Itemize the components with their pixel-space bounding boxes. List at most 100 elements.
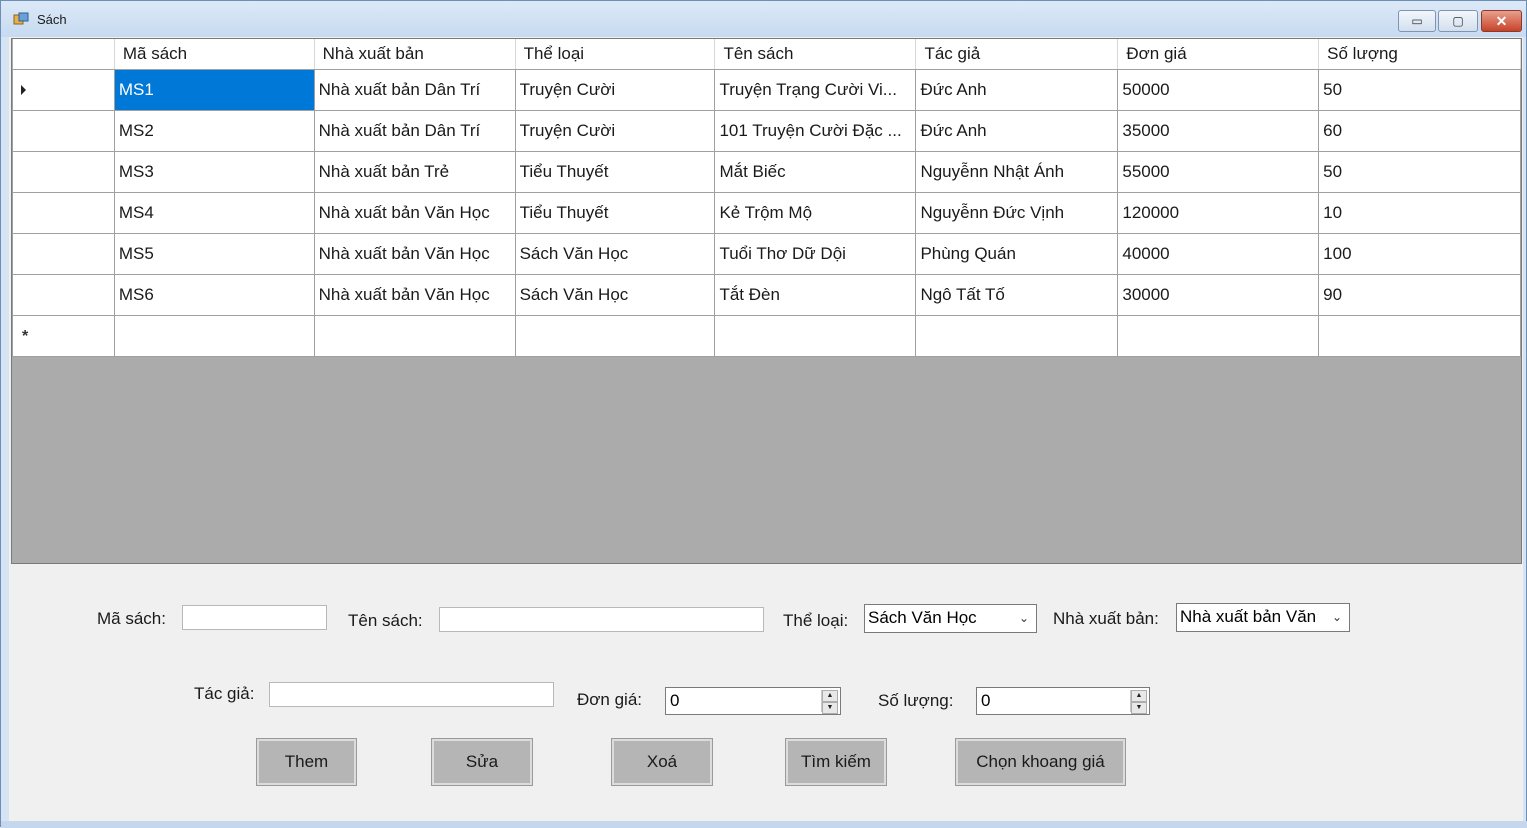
table-row[interactable]: MS4 Nhà xuất bản Văn Học Tiểu Thuyết Kẻ … <box>12 191 1521 234</box>
row-header-corner[interactable] <box>12 39 115 70</box>
table-cell[interactable]: 50000 <box>1117 68 1320 111</box>
table-cell[interactable]: MS3 <box>113 150 315 193</box>
column-header[interactable]: Tên sách <box>714 39 917 70</box>
column-header[interactable]: Đơn giá <box>1117 39 1320 70</box>
table-cell[interactable]: Đức Anh <box>915 68 1119 111</box>
table-cell[interactable] <box>313 314 516 357</box>
row-header-current[interactable] <box>12 68 115 111</box>
row-header[interactable] <box>12 273 115 316</box>
table-cell[interactable]: MS1 <box>113 68 315 111</box>
column-header[interactable]: Mã sách <box>114 39 315 70</box>
table-cell[interactable]: 100 <box>1318 232 1521 275</box>
table-cell[interactable]: Nhà xuất bản Văn Học <box>313 273 516 316</box>
table-cell[interactable]: Kẻ Trộm Mộ <box>714 191 917 234</box>
don-gia-numeric[interactable]: 0 ▲ ▼ <box>665 687 841 715</box>
row-header[interactable] <box>12 150 115 193</box>
them-button[interactable]: Them <box>257 739 356 785</box>
table-cell[interactable] <box>1318 314 1521 357</box>
row-header[interactable] <box>12 109 115 152</box>
table-cell[interactable]: Ngô Tất Tố <box>915 273 1119 316</box>
don-gia-value: 0 <box>670 691 680 710</box>
table-cell[interactable]: 30000 <box>1117 273 1320 316</box>
column-header[interactable]: Tác giả <box>915 39 1119 70</box>
table-cell[interactable]: Nhà xuất bản Trẻ <box>313 150 516 193</box>
minimize-button[interactable]: ▭ <box>1398 10 1436 32</box>
table-cell[interactable]: Tiểu Thuyết <box>514 191 716 234</box>
table-cell[interactable]: Nguyễnn Đức Vịnh <box>915 191 1119 234</box>
table-row[interactable]: MS3 Nhà xuất bản Trẻ Tiểu Thuyết Mắt Biế… <box>12 150 1521 193</box>
table-cell[interactable]: Sách Văn Học <box>514 273 716 316</box>
table-cell[interactable]: MS6 <box>113 273 315 316</box>
table-cell[interactable]: MS4 <box>113 191 315 234</box>
the-loai-combobox[interactable]: Sách Văn Học ⌄ <box>864 604 1037 633</box>
row-header[interactable] <box>12 232 115 275</box>
table-cell[interactable]: MS5 <box>113 232 315 275</box>
nha-xuat-ban-selected: Nhà xuất bản Văn <box>1180 607 1317 626</box>
table-cell[interactable]: 10 <box>1318 191 1521 234</box>
table-cell[interactable]: 55000 <box>1117 150 1320 193</box>
row-header-new[interactable]: * <box>12 314 115 357</box>
table-cell[interactable]: 120000 <box>1117 191 1320 234</box>
table-row[interactable]: MS5 Nhà xuất bản Văn Học Sách Văn Học Tu… <box>12 232 1521 275</box>
table-cell[interactable]: Truyện Cười <box>514 109 716 152</box>
table-cell[interactable] <box>113 314 315 357</box>
tim-kiem-button[interactable]: Tìm kiếm <box>786 739 886 785</box>
tac-gia-input[interactable] <box>269 682 554 707</box>
table-cell[interactable] <box>1117 314 1320 357</box>
table-cell[interactable]: MS2 <box>113 109 315 152</box>
spin-down-icon[interactable]: ▼ <box>822 702 838 714</box>
row-header[interactable] <box>12 191 115 234</box>
chon-khoang-gia-button[interactable]: Chọn khoang giá <box>956 739 1125 785</box>
table-cell[interactable]: Tuổi Thơ Dữ Dội <box>714 232 917 275</box>
the-loai-label: Thể loại: <box>783 611 849 630</box>
table-cell[interactable]: Mắt Biếc <box>714 150 917 193</box>
table-cell[interactable]: Nhà xuất bản Văn Học <box>313 191 516 234</box>
close-button[interactable]: ✕ <box>1481 10 1522 32</box>
table-row[interactable]: MS2 Nhà xuất bản Dân Trí Truyện Cười 101… <box>12 109 1521 152</box>
ma-sach-input[interactable] <box>182 605 327 630</box>
column-header[interactable]: Thể loại <box>515 39 716 70</box>
table-cell[interactable]: Tiểu Thuyết <box>514 150 716 193</box>
column-header[interactable]: Nhà xuất bản <box>314 39 516 70</box>
table-cell[interactable]: 50 <box>1318 68 1521 111</box>
table-row[interactable]: MS1 Nhà xuất bản Dân Trí Truyện Cười Tru… <box>12 68 1521 111</box>
spin-up-icon[interactable]: ▲ <box>822 690 838 702</box>
table-cell[interactable]: 101 Truyện Cười Đặc ... <box>714 109 917 152</box>
spin-arrows: ▲ ▼ <box>821 690 838 714</box>
books-datagrid[interactable]: Mã sách Nhà xuất bản Thể loại Tên sách T… <box>11 38 1522 564</box>
maximize-icon: ▢ <box>1452 14 1464 28</box>
table-cell[interactable]: 50 <box>1318 150 1521 193</box>
sua-button[interactable]: Sửa <box>432 739 532 785</box>
table-cell[interactable]: Nhà xuất bản Văn Học <box>313 232 516 275</box>
table-cell[interactable]: Truyện Trạng Cười Vi... <box>714 68 917 111</box>
table-cell[interactable] <box>714 314 917 357</box>
table-cell[interactable]: Truyện Cười <box>514 68 716 111</box>
table-cell[interactable] <box>514 314 716 357</box>
spin-down-icon[interactable]: ▼ <box>1131 702 1147 714</box>
table-cell[interactable]: Nguyễnn Nhật Ánh <box>915 150 1119 193</box>
table-cell[interactable]: Sách Văn Học <box>514 232 716 275</box>
new-row[interactable]: * <box>12 314 1521 357</box>
maximize-button[interactable]: ▢ <box>1438 10 1478 32</box>
close-icon: ✕ <box>1495 12 1508 29</box>
table-cell[interactable]: Nhà xuất bản Dân Trí <box>313 109 516 152</box>
table-cell[interactable]: Đức Anh <box>915 109 1119 152</box>
table-row[interactable]: MS6 Nhà xuất bản Văn Học Sách Văn Học Tắ… <box>12 273 1521 316</box>
table-cell[interactable]: 60 <box>1318 109 1521 152</box>
table-cell[interactable]: 90 <box>1318 273 1521 316</box>
xoa-button[interactable]: Xoá <box>612 739 712 785</box>
table-cell[interactable]: 40000 <box>1117 232 1320 275</box>
title-bar[interactable]: Sách ▭ ▢ ✕ <box>1 1 1526 37</box>
so-luong-numeric[interactable]: 0 ▲ ▼ <box>976 687 1150 715</box>
table-cell[interactable]: Nhà xuất bản Dân Trí <box>313 68 516 111</box>
ten-sach-input[interactable] <box>439 607 764 632</box>
table-cell[interactable]: Phùng Quán <box>915 232 1119 275</box>
spin-up-icon[interactable]: ▲ <box>1131 690 1147 702</box>
table-cell[interactable] <box>915 314 1119 357</box>
table-cell[interactable]: Tắt Đèn <box>714 273 917 316</box>
table-cell[interactable]: 35000 <box>1117 109 1320 152</box>
nha-xuat-ban-combobox[interactable]: Nhà xuất bản Văn ⌄ <box>1176 603 1350 632</box>
column-header[interactable]: Số lượng <box>1318 39 1521 70</box>
new-row-asterisk-icon: * <box>22 327 29 345</box>
ten-sach-label: Tên sách: <box>348 611 423 630</box>
